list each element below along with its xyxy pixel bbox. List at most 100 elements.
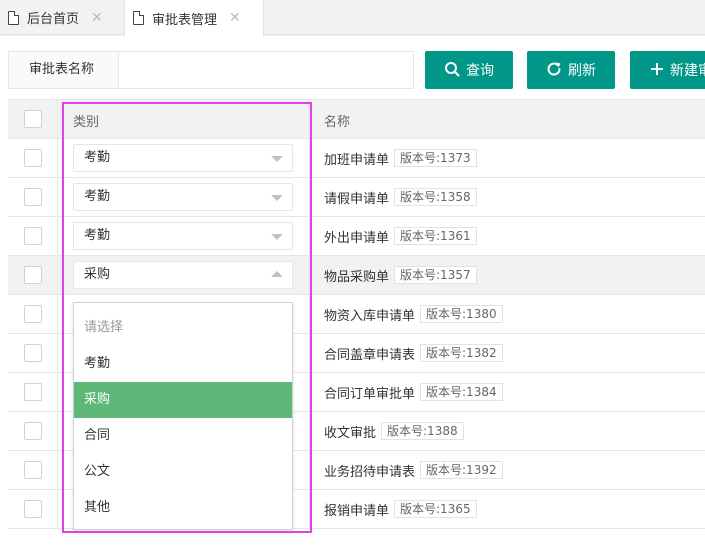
version-badge: 版本号:1382 — [420, 344, 503, 362]
type-select[interactable]: 考勤 — [73, 222, 293, 250]
name-cell: 合同订单审批单 版本号:1384 — [324, 373, 503, 411]
form-name: 加班申请单 — [324, 152, 390, 168]
search-label: 审批表名称 — [9, 52, 119, 88]
column-header-type: 类别 — [73, 115, 100, 130]
header-checkbox-cell — [8, 100, 58, 138]
new-label: 新建审 — [670, 63, 705, 79]
version-badge: 版本号:1357 — [394, 266, 477, 284]
checkbox-cell — [8, 451, 58, 489]
row-checkbox[interactable] — [24, 149, 42, 167]
name-cell: 收文审批 版本号:1388 — [324, 412, 464, 450]
version-badge: 版本号:1373 — [394, 149, 477, 167]
tab-label: 审批表管理 — [152, 12, 218, 28]
form-name: 业务招待申请表 — [324, 464, 416, 480]
chevron-down-icon — [271, 195, 283, 201]
search-box: 审批表名称 — [8, 51, 414, 89]
checkbox-cell — [8, 217, 58, 255]
name-cell: 物品采购单 版本号:1357 — [324, 256, 477, 294]
form-name: 请假申请单 — [324, 191, 390, 207]
type-select[interactable]: 考勤 — [73, 183, 293, 211]
name-cell: 报销申请单 版本号:1365 — [324, 490, 477, 528]
tab-approval-management[interactable]: 审批表管理 ✕ — [124, 0, 264, 36]
document-icon — [133, 11, 144, 25]
dropdown-option-other[interactable]: 其他 — [74, 490, 292, 526]
refresh-label: 刷新 — [568, 63, 596, 79]
form-name: 收文审批 — [324, 425, 377, 441]
row-checkbox[interactable] — [24, 305, 42, 323]
type-cell: 考勤 — [59, 178, 310, 216]
version-badge: 版本号:1358 — [394, 188, 477, 206]
select-value: 考勤 — [84, 189, 111, 204]
row-checkbox[interactable] — [24, 383, 42, 401]
dropdown-option-document[interactable]: 公文 — [74, 454, 292, 490]
version-badge: 版本号:1392 — [420, 461, 503, 479]
form-name: 物品采购单 — [324, 269, 390, 285]
name-cell: 合同盖章申请表 版本号:1382 — [324, 334, 503, 372]
type-select[interactable]: 采购 — [73, 261, 293, 289]
type-cell: 采购 — [59, 256, 310, 294]
version-badge: 版本号:1380 — [420, 305, 503, 323]
dropdown-option-attendance[interactable]: 考勤 — [74, 346, 292, 382]
select-value: 考勤 — [84, 150, 111, 165]
close-icon[interactable]: ✕ — [91, 10, 103, 26]
checkbox-cell — [8, 373, 58, 411]
version-badge: 版本号:1384 — [420, 383, 503, 401]
dropdown-option-contract[interactable]: 合同 — [74, 418, 292, 454]
form-name: 合同盖章申请表 — [324, 347, 416, 363]
version-badge: 版本号:1361 — [394, 227, 477, 245]
name-cell: 物资入库申请单 版本号:1380 — [324, 295, 503, 333]
row-checkbox[interactable] — [24, 344, 42, 362]
form-name: 报销申请单 — [324, 503, 390, 519]
select-value: 考勤 — [84, 228, 111, 243]
search-icon — [444, 61, 460, 80]
table-header: 类别 名称 — [8, 99, 705, 139]
table-row: 考勤 请假申请单 版本号:1358 — [8, 178, 705, 217]
dropdown-option-procurement[interactable]: 采购 — [74, 382, 292, 418]
select-all-checkbox[interactable] — [24, 110, 42, 128]
new-button[interactable]: 新建审 — [630, 51, 705, 89]
form-name: 外出申请单 — [324, 230, 390, 246]
tab-home[interactable]: 后台首页 ✕ — [0, 0, 124, 35]
row-checkbox[interactable] — [24, 461, 42, 479]
row-checkbox[interactable] — [24, 500, 42, 518]
row-checkbox[interactable] — [24, 227, 42, 245]
checkbox-cell — [8, 334, 58, 372]
tab-label: 后台首页 — [27, 12, 80, 27]
checkbox-cell — [8, 139, 58, 177]
query-label: 查询 — [466, 63, 494, 79]
query-button[interactable]: 查询 — [425, 51, 513, 89]
close-icon[interactable]: ✕ — [229, 10, 241, 26]
table-row: 考勤 加班申请单 版本号:1373 — [8, 139, 705, 178]
chevron-up-icon — [271, 271, 283, 277]
tab-bar: 后台首页 ✕ 审批表管理 ✕ — [0, 0, 705, 36]
checkbox-cell — [8, 412, 58, 450]
select-value: 采购 — [84, 267, 111, 282]
type-cell: 考勤 — [59, 139, 310, 177]
type-select[interactable]: 考勤 — [73, 144, 293, 172]
checkbox-cell — [8, 490, 58, 528]
table-row: 采购 物品采购单 版本号:1357 — [8, 256, 705, 295]
row-checkbox[interactable] — [24, 188, 42, 206]
type-dropdown-menu: 请选择 考勤 采购 合同 公文 其他 — [73, 302, 293, 530]
name-cell: 加班申请单 版本号:1373 — [324, 139, 477, 177]
name-cell: 请假申请单 版本号:1358 — [324, 178, 477, 216]
type-cell: 考勤 — [59, 217, 310, 255]
checkbox-cell — [8, 178, 58, 216]
row-checkbox[interactable] — [24, 422, 42, 440]
version-badge: 版本号:1365 — [394, 500, 477, 518]
name-cell: 业务招待申请表 版本号:1392 — [324, 451, 503, 489]
column-header-name: 名称 — [324, 115, 351, 130]
version-badge: 版本号:1388 — [381, 422, 464, 440]
checkbox-cell — [8, 295, 58, 333]
name-cell: 外出申请单 版本号:1361 — [324, 217, 477, 255]
plus-icon — [650, 62, 664, 79]
refresh-button[interactable]: 刷新 — [527, 51, 615, 89]
table-row: 考勤 外出申请单 版本号:1361 — [8, 217, 705, 256]
dropdown-option-placeholder[interactable]: 请选择 — [74, 310, 292, 346]
header-type-cell: 类别 — [59, 100, 310, 138]
chevron-down-icon — [271, 156, 283, 162]
search-input[interactable] — [119, 52, 413, 88]
row-checkbox[interactable] — [24, 266, 42, 284]
form-name: 物资入库申请单 — [324, 308, 416, 324]
document-icon — [8, 10, 19, 25]
